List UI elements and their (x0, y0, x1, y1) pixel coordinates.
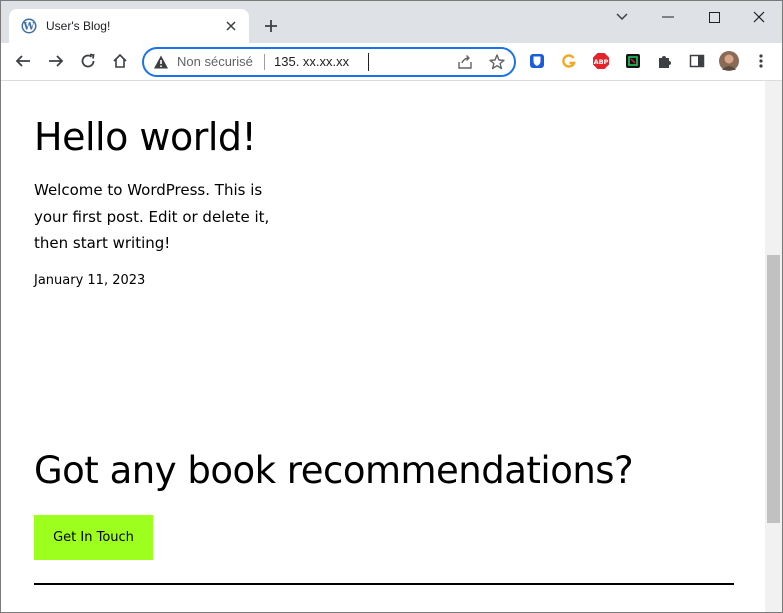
post-title[interactable]: Hello world! (34, 115, 257, 159)
minimize-icon[interactable] (653, 6, 683, 28)
url-text[interactable]: 135. xx.xx.xx (274, 54, 349, 69)
reload-icon[interactable] (77, 50, 99, 72)
new-tab-icon[interactable] (261, 16, 281, 36)
profile-avatar[interactable] (719, 51, 739, 71)
close-window-icon[interactable] (744, 6, 774, 28)
text-caret (368, 53, 369, 71)
svg-text:W: W (22, 22, 35, 33)
omnibox-separator (264, 54, 265, 70)
browser-toolbar: Non sécurisé 135. xx.xx.xx ABP (1, 43, 782, 81)
wordpress-icon: W (21, 18, 37, 34)
bookmark-star-icon[interactable] (488, 53, 506, 71)
side-panel-icon[interactable] (688, 52, 706, 70)
get-in-touch-button[interactable]: Get In Touch (34, 515, 153, 560)
bitwarden-icon[interactable] (528, 52, 546, 70)
tab-strip: W User's Blog! (1, 1, 782, 43)
scrollbar-thumb[interactable] (767, 255, 780, 523)
tab-search-chevron-icon[interactable] (607, 6, 637, 28)
svg-text:ABP: ABP (594, 58, 609, 66)
footer-divider (34, 583, 734, 585)
cta-heading: Got any book recommendations? (34, 449, 634, 492)
home-icon[interactable] (109, 50, 131, 72)
post-date: January 11, 2023 (34, 273, 146, 288)
grammarly-icon[interactable] (560, 52, 578, 70)
post-excerpt: Welcome to WordPress. This is your first… (34, 181, 270, 252)
close-tab-icon[interactable] (221, 16, 241, 36)
dark-reader-icon[interactable] (624, 52, 642, 70)
back-arrow-icon[interactable] (12, 50, 34, 72)
forward-arrow-icon[interactable] (45, 50, 67, 72)
extensions-puzzle-icon[interactable] (656, 52, 674, 70)
tab-title: User's Blog! (46, 19, 111, 33)
browser-menu-kebab-icon[interactable] (752, 52, 770, 70)
address-bar[interactable]: Non sécurisé 135. xx.xx.xx (142, 47, 516, 77)
tab-users-blog[interactable]: W User's Blog! (9, 9, 249, 43)
maximize-icon[interactable] (699, 6, 729, 28)
browser-window: W User's Blog! Non sécurisé 135. xx.xx.x… (0, 0, 783, 613)
page-content: Hello world! Welcome to WordPress. This … (1, 81, 765, 612)
security-status-label[interactable]: Non sécurisé (177, 54, 253, 69)
adblock-plus-icon[interactable]: ABP (592, 52, 610, 70)
share-icon[interactable] (456, 53, 474, 71)
warning-triangle-icon[interactable] (153, 54, 169, 70)
page-scrollbar[interactable] (765, 81, 782, 612)
